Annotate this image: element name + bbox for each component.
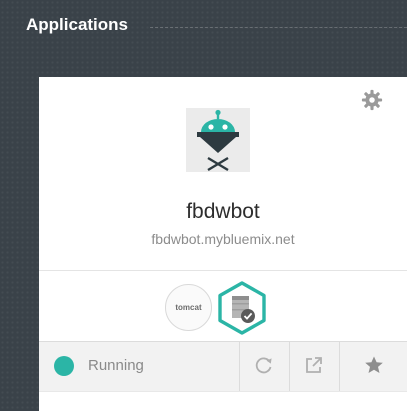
status-label: Running xyxy=(88,357,144,374)
section-title: Applications xyxy=(26,15,129,34)
header-divider xyxy=(150,27,407,28)
card-footer xyxy=(39,391,407,411)
restart-button[interactable] xyxy=(239,342,288,392)
app-card[interactable]: fbdwbot fbdwbot.mybluemix.net tomcat Run… xyxy=(39,77,407,411)
open-app-button[interactable] xyxy=(289,342,338,392)
database-service-icon[interactable] xyxy=(216,280,268,336)
restart-icon xyxy=(254,355,274,380)
status-indicator xyxy=(54,356,74,376)
app-route-link[interactable]: fbdwbot.mybluemix.net xyxy=(39,231,407,247)
status-bar: Running xyxy=(39,341,407,392)
tomcat-label: tomcat xyxy=(175,303,202,312)
tomcat-runtime-icon[interactable]: tomcat xyxy=(165,284,212,331)
robot-app-icon[interactable] xyxy=(186,108,250,172)
open-external-icon xyxy=(304,355,324,380)
favorite-button[interactable] xyxy=(339,342,407,392)
card-divider xyxy=(39,270,407,271)
app-name: fbdwbot xyxy=(186,200,260,223)
section-header: Applications xyxy=(0,0,407,60)
star-icon xyxy=(364,355,384,380)
settings-gear-icon[interactable] xyxy=(361,89,383,111)
